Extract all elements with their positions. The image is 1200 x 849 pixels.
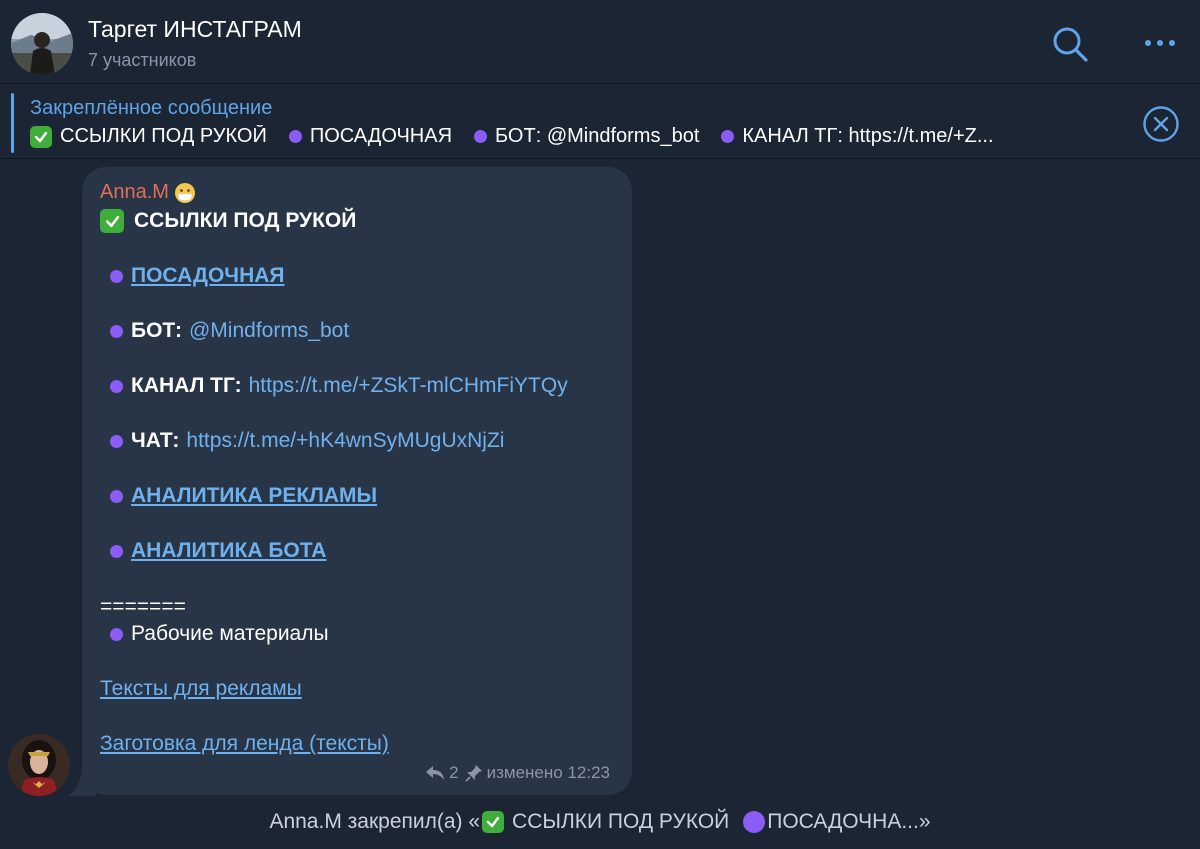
service-message[interactable]: Anna.M закрепил(а) « ССЫЛКИ ПОД РУКОЙ ПО… [0, 810, 1200, 834]
pinned-accent-line [11, 93, 14, 153]
reply-count[interactable]: 2 [449, 763, 458, 783]
pinned-seg-2: ПОСАДОЧНАЯ [288, 125, 453, 148]
check-mark-icon [482, 811, 505, 833]
chat-label: ЧАТ: [131, 429, 180, 452]
list-item-ad-analytics: АНАЛИТИКА РЕКЛАМЫ [110, 484, 377, 508]
purple-bullet-icon [110, 324, 123, 338]
list-item-bot-analytics: АНАЛИТИКА БОТА [110, 539, 326, 563]
pinned-seg-1: ССЫЛКИ ПОД РУКОЙ [30, 125, 267, 148]
list-item-materials: Рабочие материалы [110, 622, 329, 646]
purple-bullet-icon [110, 269, 123, 283]
telegram-chat-window: Таргет ИНСТАГРАМ 7 участников Закреплённ… [0, 0, 1200, 849]
ad-analytics-link[interactable]: АНАЛИТИКА РЕКЛАМЫ [131, 484, 377, 508]
group-avatar[interactable] [11, 13, 73, 75]
purple-bullet-icon [110, 379, 123, 393]
bot-label: БОТ: [131, 319, 182, 342]
purple-bullet-icon [288, 130, 302, 143]
pinned-seg-3-text: БОТ: @Mindforms_bot [495, 125, 700, 147]
message-bubble[interactable]: Anna.M ССЫЛКИ ПОД РУКОЙ ПОСАДОЧНАЯ БОТ: … [82, 167, 632, 795]
materials-text: Рабочие материалы [131, 622, 329, 645]
chat-title[interactable]: Таргет ИНСТАГРАМ [88, 16, 302, 43]
purple-bullet-icon [110, 627, 123, 641]
message-list[interactable]: Anna.M ССЫЛКИ ПОД РУКОЙ ПОСАДОЧНАЯ БОТ: … [0, 160, 1200, 849]
message-heading-text: ССЫЛКИ ПОД РУКОЙ [134, 209, 357, 232]
pinned-preview: ССЫЛКИ ПОД РУКОЙ ПОСАДОЧНАЯ БОТ: @Mindfo… [30, 125, 1130, 148]
channel-label: КАНАЛ ТГ: [131, 374, 242, 397]
service-suffix: ПОСАДОЧНА...» [767, 810, 931, 833]
list-item-chat: ЧАТ: https://t.me/+hK4wnSyMUgUxNjZi [110, 429, 504, 453]
landing-texts-link[interactable]: Заготовка для ленда (тексты) [100, 732, 389, 756]
bot-mention-link[interactable]: @Mindforms_bot [189, 319, 349, 343]
bot-analytics-link[interactable]: АНАЛИТИКА БОТА [131, 539, 326, 563]
pinned-seg-4-text: КАНАЛ ТГ: https://t.me/+Z... [742, 125, 994, 147]
more-icon[interactable] [1140, 28, 1180, 58]
service-prefix: Anna.M закрепил(а) « [269, 810, 481, 833]
pinned-seg-1-text: ССЫЛКИ ПОД РУКОЙ [60, 125, 267, 147]
purple-bullet-icon [474, 130, 488, 143]
list-item-landing: ПОСАДОЧНАЯ [110, 264, 285, 288]
list-item-bot: БОТ: @Mindforms_bot [110, 319, 349, 343]
sender-name-text: Anna.M [100, 181, 169, 203]
pinned-seg-2-text: ПОСАДОЧНАЯ [309, 125, 453, 147]
purple-bullet-icon [110, 544, 123, 558]
purple-circle-icon [743, 811, 766, 833]
pinned-message-bar[interactable]: Закреплённое сообщение ССЫЛКИ ПОД РУКОЙ … [0, 85, 1200, 159]
edited-timestamp: изменено 12:23 [486, 763, 610, 782]
pin-icon [464, 764, 483, 782]
message-meta: 2 изменено 12:23 [425, 763, 610, 783]
member-count: 7 участников [88, 50, 197, 70]
face-emoji-icon [174, 182, 196, 204]
chat-link[interactable]: https://t.me/+hK4wnSyMUgUxNjZi [186, 429, 504, 453]
landing-link[interactable]: ПОСАДОЧНАЯ [131, 264, 285, 288]
reply-arrow-icon[interactable] [425, 765, 445, 781]
pinned-label: Закреплённое сообщение [30, 97, 273, 119]
purple-bullet-icon [110, 489, 123, 503]
pinned-seg-4: КАНАЛ ТГ: https://t.me/+Z... [721, 125, 994, 148]
pinned-seg-3: БОТ: @Mindforms_bot [474, 125, 699, 148]
check-mark-icon [30, 125, 52, 148]
close-pinned-icon[interactable] [1142, 105, 1180, 143]
purple-bullet-icon [721, 130, 735, 143]
message-heading: ССЫЛКИ ПОД РУКОЙ [100, 209, 356, 233]
search-icon[interactable] [1050, 24, 1090, 64]
ad-texts-link[interactable]: Тексты для рекламы [100, 677, 302, 701]
landing-texts-link-row: Заготовка для ленда (тексты) [100, 732, 389, 756]
sender-avatar[interactable] [8, 734, 70, 796]
list-item-channel: КАНАЛ ТГ: https://t.me/+ZSkT-mlCHmFiYTQy [110, 374, 568, 398]
ad-texts-link-row: Тексты для рекламы [100, 677, 302, 701]
purple-bullet-icon [110, 434, 123, 448]
separator-text: ======= [100, 595, 186, 618]
chat-header[interactable]: Таргет ИНСТАГРАМ 7 участников [0, 0, 1200, 84]
service-middle: ССЫЛКИ ПОД РУКОЙ [512, 810, 730, 833]
check-mark-icon [100, 209, 124, 233]
channel-link[interactable]: https://t.me/+ZSkT-mlCHmFiYTQy [249, 374, 568, 398]
sender-name[interactable]: Anna.M [100, 181, 196, 204]
